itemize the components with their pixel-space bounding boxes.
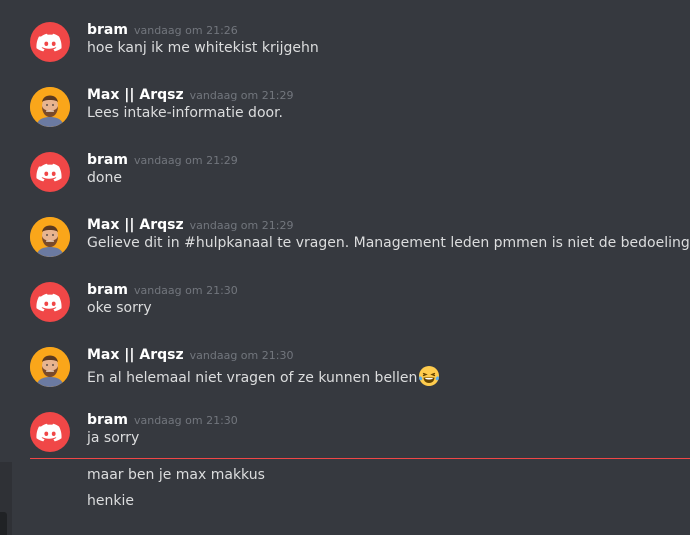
discord-logo-icon: [36, 33, 62, 52]
discord-logo-avatar[interactable]: [30, 412, 70, 452]
message-text: hoe kanj ik me whitekist krijgehn: [87, 40, 319, 56]
message-text: En al helemaal niet vragen of ze kunnen …: [87, 370, 418, 386]
discord-logo-icon: [36, 293, 62, 312]
new-messages-divider: [30, 458, 690, 459]
left-scroll-strip: [0, 0, 12, 535]
laughing-crying-emoji-icon[interactable]: [418, 365, 440, 387]
username[interactable]: Max || Arqsz: [87, 87, 184, 103]
timestamp: vandaag om 21:30: [133, 284, 238, 297]
message-text: Lees intake-informatie door.: [87, 105, 283, 121]
timestamp: vandaag om 21:26: [133, 24, 238, 37]
username[interactable]: Max || Arqsz: [87, 347, 184, 363]
message-text: oke sorry: [87, 300, 152, 316]
message-text: Gelieve dit in #hulpkanaal te vragen. Ma…: [87, 235, 690, 251]
username[interactable]: bram: [87, 282, 128, 298]
discord-logo-icon: [36, 163, 62, 182]
chat-view: bram vandaag om 21:26 hoe kanj ik me whit…: [0, 0, 690, 535]
bearded-man-avatar[interactable]: [30, 217, 70, 257]
timestamp: vandaag om 21:29: [189, 89, 294, 102]
discord-logo-avatar[interactable]: [30, 152, 70, 192]
discord-logo-icon: [36, 423, 62, 442]
username[interactable]: bram: [87, 152, 128, 168]
continuation-message: henkie: [87, 493, 134, 509]
bearded-man-icon: [30, 347, 70, 387]
timestamp: vandaag om 21:30: [133, 414, 238, 427]
username[interactable]: bram: [87, 22, 128, 38]
timestamp: vandaag om 21:30: [189, 349, 294, 362]
timestamp: vandaag om 21:29: [189, 219, 294, 232]
discord-logo-avatar[interactable]: [30, 22, 70, 62]
continuation-message: maar ben je max makkus: [87, 467, 265, 483]
message-text: ja sorry: [87, 430, 140, 446]
scrollbar-thumb[interactable]: [0, 512, 7, 535]
discord-logo-avatar[interactable]: [30, 282, 70, 322]
bearded-man-icon: [30, 87, 70, 127]
message-text: done: [87, 170, 122, 186]
username[interactable]: Max || Arqsz: [87, 217, 184, 233]
timestamp: vandaag om 21:29: [133, 154, 238, 167]
message-text-row: En al helemaal niet vragen of ze kunnen …: [87, 365, 440, 387]
username[interactable]: bram: [87, 412, 128, 428]
bearded-man-avatar[interactable]: [30, 87, 70, 127]
bearded-man-avatar[interactable]: [30, 347, 70, 387]
bearded-man-icon: [30, 217, 70, 257]
